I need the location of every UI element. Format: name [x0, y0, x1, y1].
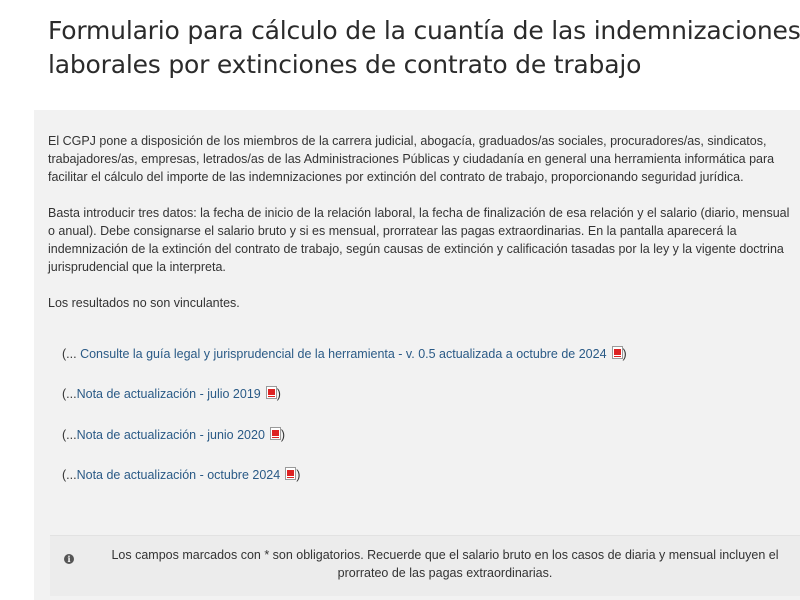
pdf-icon[interactable]	[269, 427, 281, 440]
note-october-2024-row: (...Nota de actualización - octubre 2024…	[62, 466, 300, 484]
notice-line-1: Los campos marcados con * son obligatori…	[111, 548, 779, 562]
note-july-2019-open-paren: (...	[62, 387, 77, 401]
intro-paragraph-2-line-2: o anual). Debe consignarse el salario br…	[48, 224, 737, 238]
page: Formulario para cálculo de la cuantía de…	[0, 0, 800, 600]
intro-paragraph-2-line-1: Basta introducir tres datos: la fecha de…	[48, 206, 790, 220]
intro-paragraph-1-line-2: trabajadores/as, empresas, letrados/as d…	[48, 152, 775, 166]
guide-link[interactable]: Consulte la guía legal y jurisprudencial…	[80, 347, 606, 361]
disclaimer-text: Los resultados no son vinculantes.	[48, 296, 240, 310]
info-icon: i	[64, 554, 74, 564]
pdf-icon[interactable]	[611, 346, 623, 359]
note-july-2019-row: (...Nota de actualización - julio 2019)	[62, 385, 281, 403]
pdf-icon[interactable]	[265, 386, 277, 399]
intro-paragraph-2: Basta introducir tres datos: la fecha de…	[48, 204, 800, 276]
notice-line-2: prorrateo de las pagas extraordinarias.	[337, 566, 553, 580]
pdf-icon[interactable]	[285, 467, 297, 480]
note-october-2024-close-paren: )	[296, 468, 301, 482]
page-title-line-2: laborales por extinciones de contrato de…	[48, 50, 642, 79]
note-june-2020-close-paren: )	[280, 428, 286, 442]
guide-link-row: (... Consulte la guía legal y jurisprude…	[62, 345, 627, 363]
intro-paragraph-2-line-4: jurisprudencial que la interpreta.	[48, 260, 226, 274]
note-july-2019-link[interactable]: Nota de actualización - julio 2019	[77, 387, 261, 401]
intro-paragraph-3: Los resultados no son vinculantes.	[48, 294, 800, 312]
required-fields-notice-text: Los campos marcados con * son obligatori…	[90, 546, 800, 582]
note-october-2024-open-paren: (...	[62, 468, 77, 482]
intro-paragraph-1: El CGPJ pone a disposición de los miembr…	[48, 132, 800, 186]
intro-paragraph-2-line-3: indemnización de la extinción del contra…	[48, 242, 784, 256]
note-june-2020-link[interactable]: Nota de actualización - junio 2020	[77, 428, 265, 442]
page-title-line-1: Formulario para cálculo de la cuantía de…	[48, 16, 800, 45]
note-october-2024-link[interactable]: Nota de actualización - octubre 2024	[77, 468, 281, 482]
intro-paragraph-1-line-1: El CGPJ pone a disposición de los miembr…	[48, 134, 767, 148]
intro-text: El CGPJ pone a disposición de los miembr…	[48, 132, 800, 330]
page-title: Formulario para cálculo de la cuantía de…	[48, 14, 800, 82]
note-june-2020-open-paren: (...	[62, 428, 77, 442]
note-june-2020-row: (...Nota de actualización - junio 2020)	[62, 426, 285, 444]
intro-paragraph-1-line-3: facilitar el cálculo del importe de las …	[48, 170, 744, 184]
note-july-2019-close-paren: )	[276, 387, 281, 401]
guide-link-close-paren: )	[622, 347, 627, 361]
guide-link-open-paren: (...	[62, 347, 81, 361]
